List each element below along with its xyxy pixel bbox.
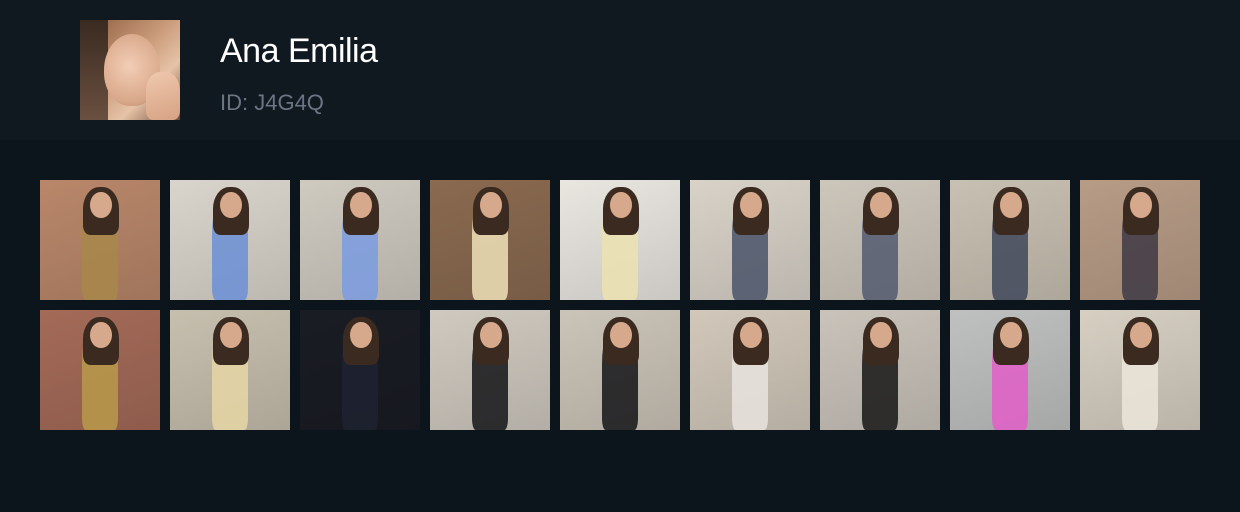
video-thumbnail[interactable] xyxy=(430,310,550,430)
video-thumbnail[interactable] xyxy=(820,180,940,300)
video-thumbnail[interactable] xyxy=(300,180,420,300)
video-thumbnail[interactable] xyxy=(1080,180,1200,300)
video-thumbnail[interactable] xyxy=(40,180,160,300)
video-thumbnail[interactable] xyxy=(560,310,680,430)
video-thumbnail[interactable] xyxy=(170,180,290,300)
video-thumbnail[interactable] xyxy=(690,310,810,430)
video-thumbnail[interactable] xyxy=(300,310,420,430)
avatar-hand xyxy=(146,72,180,120)
video-thumbnail[interactable] xyxy=(820,310,940,430)
video-thumbnail[interactable] xyxy=(430,180,550,300)
profile-id: ID: J4G4Q xyxy=(220,90,324,115)
video-thumbnail[interactable] xyxy=(560,180,680,300)
video-thumbnail[interactable] xyxy=(690,180,810,300)
profile-avatar[interactable] xyxy=(80,20,180,120)
profile-name: Ana Emilia xyxy=(220,32,378,70)
video-thumbnail[interactable] xyxy=(170,310,290,430)
video-thumbnail[interactable] xyxy=(950,180,1070,300)
video-thumbnail[interactable] xyxy=(40,310,160,430)
video-thumbnail[interactable] xyxy=(1080,310,1200,430)
video-thumbnail[interactable] xyxy=(950,310,1070,430)
video-thumbnail-grid xyxy=(40,180,1200,430)
profile-header: Ana Emilia ID: J4G4Q xyxy=(0,0,1240,140)
